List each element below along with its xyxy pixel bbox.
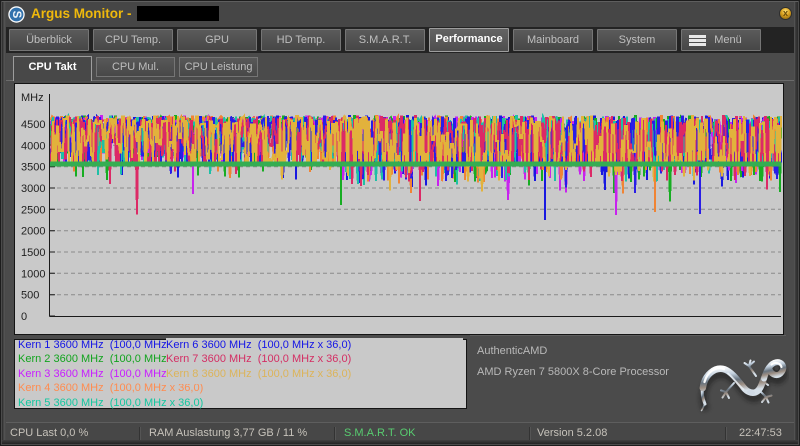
svg-text:3000: 3000 [21, 183, 45, 195]
svg-text:3500: 3500 [21, 162, 45, 174]
svg-text:0: 0 [21, 311, 27, 323]
svg-text:2500: 2500 [21, 204, 45, 216]
svg-text:MHz: MHz [21, 92, 44, 104]
svg-text:4000: 4000 [21, 140, 45, 152]
svg-text:1500: 1500 [21, 247, 45, 259]
svg-text:1000: 1000 [21, 268, 45, 280]
svg-text:500: 500 [21, 290, 39, 302]
svg-text:2000: 2000 [21, 226, 45, 238]
svg-text:S: S [10, 11, 22, 19]
svg-text:4500: 4500 [21, 119, 45, 131]
